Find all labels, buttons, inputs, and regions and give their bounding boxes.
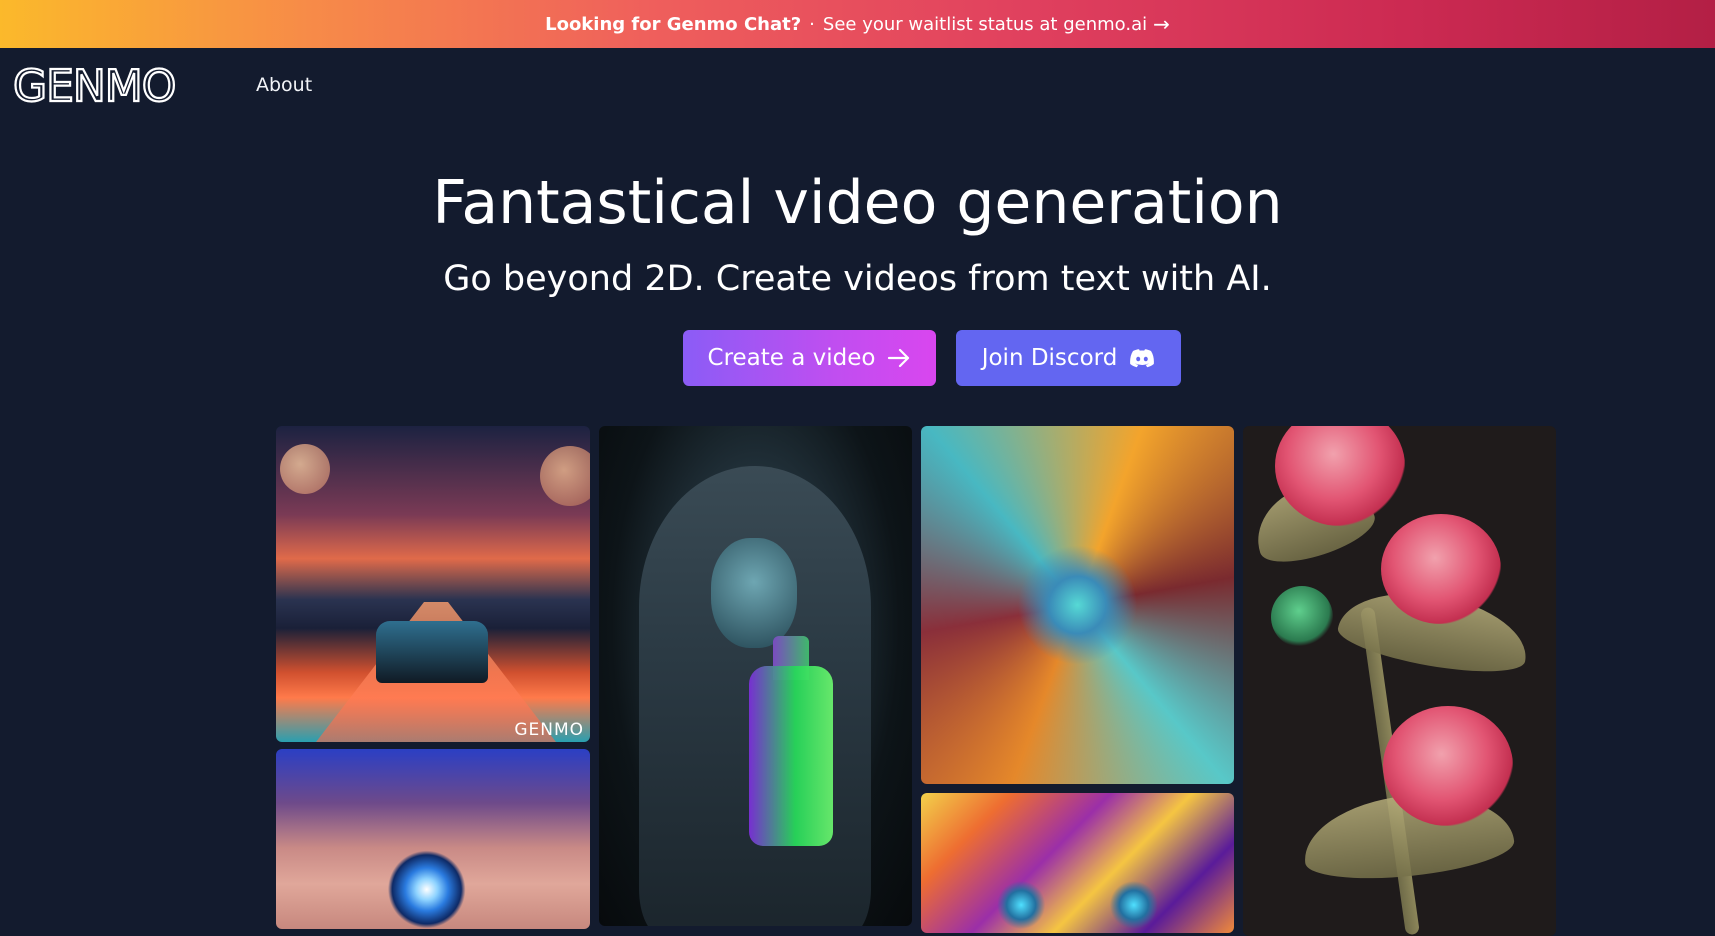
gallery-tile-thistle-flowers[interactable] [1243, 426, 1556, 936]
discord-icon [1130, 349, 1155, 368]
banner-message[interactable]: See your waitlist status at genmo.ai [823, 14, 1147, 35]
moon-shape [540, 446, 590, 506]
tile-watermark: GENMO [514, 720, 584, 740]
hero-title: Fantastical video generation [432, 168, 1283, 238]
bud-shape [1271, 586, 1333, 648]
moon-shape [280, 444, 330, 494]
car-shape [376, 621, 488, 683]
top-nav: GENMO About [0, 48, 1715, 122]
bottle-shape [749, 666, 833, 846]
join-discord-button-label: Join Discord [981, 345, 1118, 371]
flower-shape [1383, 706, 1513, 826]
banner-separator: · [809, 13, 815, 35]
hero-subtitle: Go beyond 2D. Create videos from text wi… [443, 259, 1272, 299]
genmo-logo[interactable]: GENMO [13, 63, 217, 107]
announcement-banner[interactable]: Looking for Genmo Chat? · See your waitl… [0, 0, 1715, 48]
banner-lead: Looking for Genmo Chat? [545, 13, 802, 35]
join-discord-button[interactable]: Join Discord [956, 330, 1181, 386]
face-shape [711, 538, 797, 648]
gallery-tile-galaxy-swirl[interactable] [921, 426, 1234, 784]
arrow-right-icon [888, 348, 910, 368]
nav-about-link[interactable]: About [256, 74, 312, 96]
gallery-tile-retro-car[interactable]: GENMO [276, 426, 590, 742]
create-video-button[interactable]: Create a video [683, 330, 936, 386]
banner-arrow-icon: → [1153, 12, 1170, 36]
svg-text:GENMO: GENMO [13, 63, 175, 107]
gallery-tile-blue-eye[interactable] [276, 749, 590, 929]
create-video-button-label: Create a video [707, 345, 876, 371]
flower-shape [1381, 514, 1501, 624]
gallery-tile-neon-tiger[interactable] [921, 793, 1234, 933]
gallery-tile-hooded-figure[interactable] [599, 426, 912, 926]
